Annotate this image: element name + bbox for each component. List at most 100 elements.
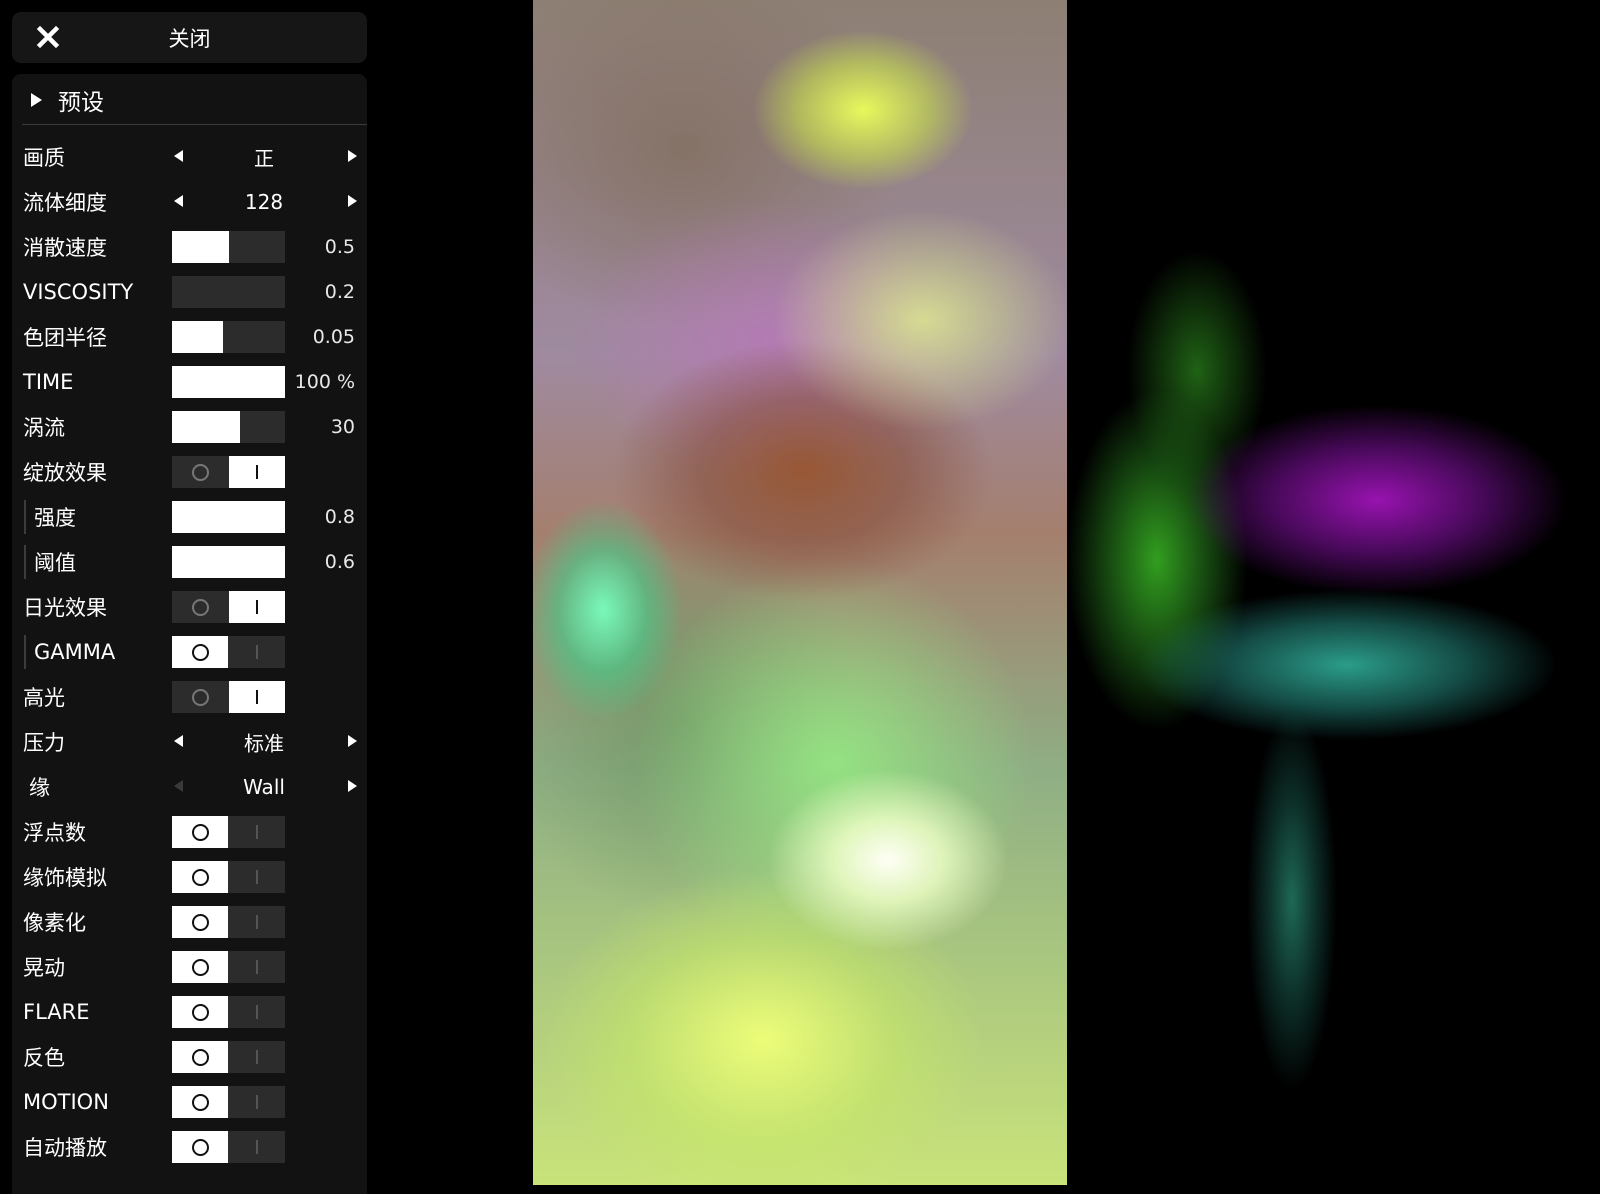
- on-bar-icon: [256, 1140, 258, 1154]
- time-slider[interactable]: [172, 366, 285, 398]
- slider-fill: [172, 546, 285, 578]
- on-bar-icon: [256, 960, 258, 974]
- toggle-on-segment: [229, 1086, 285, 1118]
- bloom-intensity-slider[interactable]: [172, 501, 285, 533]
- motion-toggle[interactable]: [172, 1086, 285, 1118]
- on-bar-icon: [256, 690, 258, 704]
- divider: [22, 124, 367, 125]
- pixelate-label: 像素化: [23, 911, 86, 935]
- sub-indent-line: [24, 545, 26, 579]
- autoplay-label: 自动播放: [23, 1136, 107, 1160]
- fluid-canvas-right[interactable]: [1067, 0, 1600, 1185]
- flare-toggle[interactable]: [172, 996, 285, 1028]
- sim-resolution-prev-icon[interactable]: [174, 195, 183, 207]
- quality-value: 正: [254, 146, 274, 171]
- toggle-on-segment: [229, 951, 285, 983]
- invert-row: 反色: [12, 1034, 367, 1080]
- sim-resolution-label: 流体细度: [23, 191, 107, 215]
- splat-radius-slider[interactable]: [172, 321, 285, 353]
- on-bar-icon: [256, 645, 258, 659]
- curl-label: 涡流: [23, 416, 65, 440]
- pressure-prev-icon[interactable]: [174, 735, 183, 747]
- bloom-intensity-value: 0.8: [324, 506, 355, 528]
- boundary-value: Wall: [243, 775, 285, 799]
- off-circle-icon: [192, 1049, 209, 1066]
- toggle-off-segment: [172, 1131, 228, 1163]
- flare-label: FLARE: [23, 1000, 90, 1024]
- off-circle-icon: [192, 914, 209, 931]
- off-circle-icon: [192, 599, 209, 616]
- bloom-row: 绽放效果: [12, 449, 367, 495]
- invert-label: 反色: [23, 1046, 65, 1070]
- quality-prev-icon[interactable]: [174, 150, 183, 162]
- on-bar-icon: [256, 465, 258, 479]
- toggle-off-segment: [172, 681, 228, 713]
- toggle-on-segment: [229, 861, 285, 893]
- close-label: 关闭: [168, 26, 211, 51]
- gamma-row: GAMMA: [12, 629, 367, 675]
- float-toggle[interactable]: [172, 816, 285, 848]
- bloom-threshold-row: 阈值 0.6: [12, 539, 367, 585]
- bloom-threshold-label: 阈值: [34, 551, 76, 575]
- off-circle-icon: [192, 1139, 209, 1156]
- sub-indent-line: [24, 500, 26, 534]
- wobble-row: 晃动: [12, 944, 367, 990]
- flare-row: FLARE: [12, 989, 367, 1035]
- curl-value: 30: [330, 416, 355, 438]
- density-diffusion-slider[interactable]: [172, 231, 285, 263]
- bloom-toggle[interactable]: [172, 456, 285, 488]
- curl-row: 涡流 30: [12, 404, 367, 450]
- float-label: 浮点数: [23, 821, 86, 845]
- density-diffusion-label: 消散速度: [23, 236, 107, 260]
- off-circle-icon: [192, 959, 209, 976]
- pressure-next-icon[interactable]: [348, 735, 357, 747]
- toggle-off-segment: [172, 591, 228, 623]
- pixelate-toggle[interactable]: [172, 906, 285, 938]
- bloom-intensity-row: 强度 0.8: [12, 494, 367, 540]
- pressure-value: 标准: [244, 731, 284, 756]
- sunrays-toggle[interactable]: [172, 591, 285, 623]
- boundary-prev-icon[interactable]: [174, 780, 183, 792]
- sim-resolution-next-icon[interactable]: [348, 195, 357, 207]
- float-row: 浮点数: [12, 809, 367, 855]
- presets-label: 预设: [58, 90, 104, 116]
- quality-next-icon[interactable]: [348, 150, 357, 162]
- bloom-label: 绽放效果: [23, 461, 107, 485]
- toggle-off-segment: [172, 1086, 228, 1118]
- density-diffusion-row: 消散速度 0.5: [12, 224, 367, 270]
- expand-triangle-icon: [31, 93, 42, 107]
- shading-toggle[interactable]: [172, 681, 285, 713]
- toggle-on-segment: [229, 591, 285, 623]
- motion-label: MOTION: [23, 1090, 109, 1114]
- wobble-label: 晃动: [23, 956, 65, 980]
- toggle-on-segment: [229, 1131, 285, 1163]
- viscosity-label: VISCOSITY: [23, 280, 134, 304]
- edge-sim-toggle[interactable]: [172, 861, 285, 893]
- close-controls-button[interactable]: 关闭: [12, 12, 367, 63]
- time-label: TIME: [23, 370, 74, 394]
- boundary-next-icon[interactable]: [348, 780, 357, 792]
- on-bar-icon: [256, 825, 258, 839]
- autoplay-toggle[interactable]: [172, 1131, 285, 1163]
- viscosity-slider[interactable]: [172, 276, 285, 308]
- bloom-threshold-slider[interactable]: [172, 546, 285, 578]
- gamma-label: GAMMA: [34, 640, 116, 664]
- bloom-threshold-value: 0.6: [324, 551, 355, 573]
- density-diffusion-value: 0.5: [324, 236, 355, 258]
- controls-panel: 预设 画质 正 流体细度 128 消散速度 0.5 VISCOSITY 0.2 …: [12, 74, 367, 1194]
- invert-toggle[interactable]: [172, 1041, 285, 1073]
- bloom-intensity-label: 强度: [34, 506, 76, 530]
- slider-fill: [172, 366, 285, 398]
- gamma-toggle[interactable]: [172, 636, 285, 668]
- edge-sim-label: 缘饰模拟: [23, 866, 107, 890]
- off-circle-icon: [192, 1004, 209, 1021]
- presets-folder[interactable]: 预设: [12, 74, 367, 124]
- toggle-off-segment: [172, 456, 228, 488]
- quality-label: 画质: [23, 146, 65, 170]
- on-bar-icon: [256, 915, 258, 929]
- toggle-off-segment: [172, 996, 228, 1028]
- curl-slider[interactable]: [172, 411, 285, 443]
- wobble-toggle[interactable]: [172, 951, 285, 983]
- fluid-canvas-left[interactable]: [533, 0, 1067, 1185]
- close-icon: [36, 25, 60, 49]
